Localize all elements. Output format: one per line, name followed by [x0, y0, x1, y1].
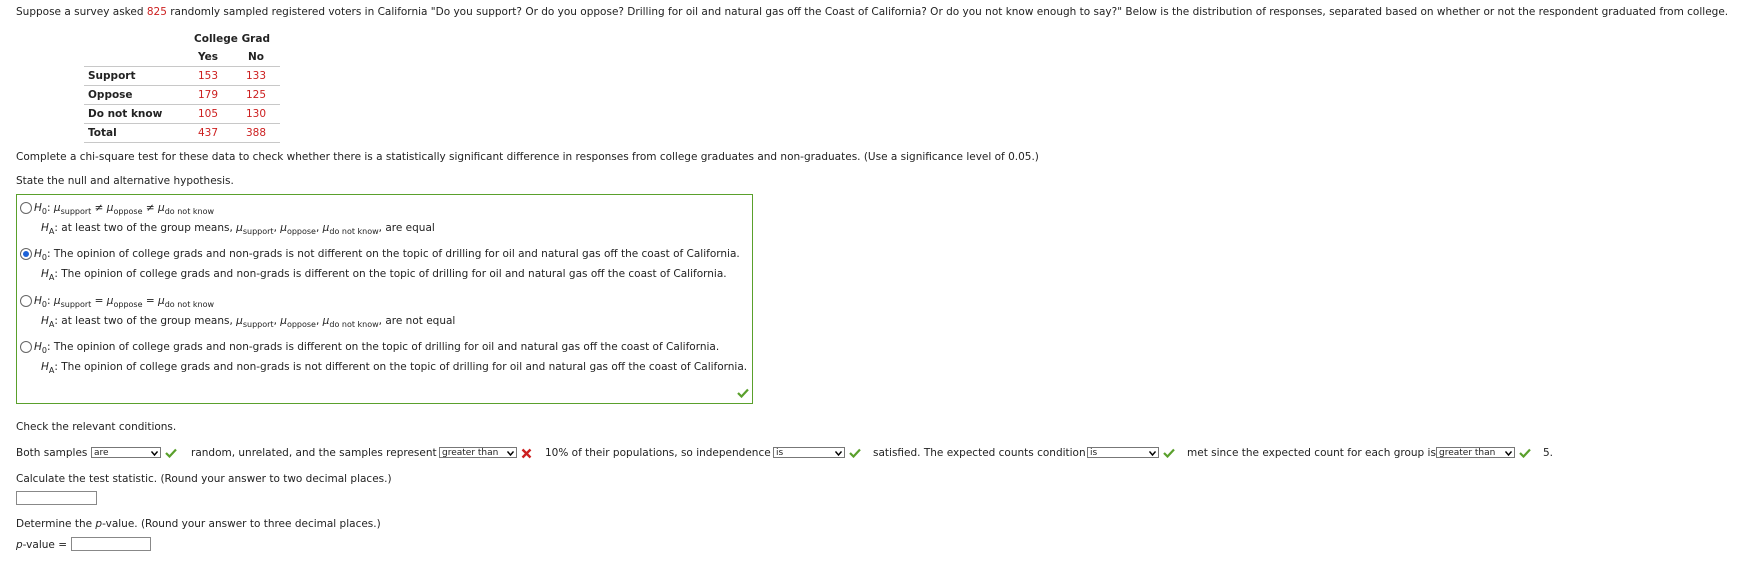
conditions-text-1: Both samples [16, 447, 88, 459]
hypothesis-option-2-radio[interactable] [20, 248, 32, 260]
chevron-down-icon [1149, 451, 1156, 457]
option-3-ha: HA: at least two of the group means, μsu… [41, 315, 456, 329]
hypothesis-option-4-radio[interactable] [20, 341, 32, 353]
cell-no: 388 [232, 123, 280, 143]
column-header-no: No [247, 51, 264, 63]
row-label: Total [84, 123, 184, 143]
sample-count: 825 [146, 6, 167, 18]
chevron-down-icon [1505, 451, 1512, 457]
population-percent-dropdown[interactable]: greater than [439, 447, 517, 458]
table-row: Total 437 388 [84, 123, 280, 143]
hypothesis-option-3-radio[interactable] [20, 295, 32, 307]
row-label: Do not know [84, 104, 184, 124]
option-2-ha: HA: The opinion of college grads and non… [41, 268, 727, 282]
table-group-header: College Grad [194, 33, 270, 45]
expected-counts-dropdown[interactable]: is [1087, 447, 1159, 458]
option-4-h0: H0: The opinion of college grads and non… [34, 341, 720, 355]
chevron-down-icon [835, 451, 842, 457]
chevron-down-icon [151, 451, 158, 457]
pvalue-label: p-value = [16, 539, 67, 551]
cell-yes: 179 [184, 85, 232, 105]
option-3-h0: H0: μsupport = μoppose = μdo not know [34, 295, 215, 309]
correct-check-icon [1163, 448, 1175, 458]
conditions-text-3: 10% of their populations, so independenc… [545, 447, 771, 459]
option-1-h0: H0: μsupport ≠ μoppose ≠ μdo not know [34, 202, 215, 216]
hypothesis-prompt: State the null and alternative hypothesi… [16, 175, 234, 187]
option-2-h0: H0: The opinion of college grads and non… [34, 248, 740, 262]
intro-rest: randomly sampled registered voters in Ca… [166, 6, 1729, 18]
conditions-text-6: 5. [1543, 447, 1554, 459]
correct-check-icon [737, 388, 749, 398]
samples-random-dropdown[interactable]: are [91, 447, 161, 458]
option-4-ha: HA: The opinion of college grads and non… [41, 361, 748, 375]
conditions-prompt: Check the relevant conditions. [16, 421, 177, 433]
correct-check-icon [1519, 448, 1531, 458]
table-row: Support 153 133 [84, 66, 280, 86]
intro-text: Suppose a survey asked 825 randomly samp… [16, 6, 1728, 18]
chevron-down-icon [507, 451, 514, 457]
cell-no: 130 [232, 104, 280, 124]
table-row: Do not know 105 130 [84, 104, 280, 124]
test-statistic-input[interactable] [16, 491, 97, 505]
conditions-text-4: satisfied. The expected counts condition [873, 447, 1086, 459]
independence-dropdown[interactable]: is [773, 447, 845, 458]
cell-no: 133 [232, 66, 280, 86]
expected-count-compare-dropdown[interactable]: greater than [1436, 447, 1515, 458]
intro-prefix: Suppose a survey asked [16, 6, 147, 18]
option-1-ha: HA: at least two of the group means, μsu… [41, 222, 435, 236]
incorrect-x-icon [521, 448, 532, 459]
hypothesis-option-1-radio[interactable] [20, 202, 32, 214]
conditions-text-2: random, unrelated, and the samples repre… [191, 447, 437, 459]
pvalue-input[interactable] [71, 537, 151, 551]
cell-yes: 437 [184, 123, 232, 143]
correct-check-icon [849, 448, 861, 458]
table-row: Oppose 179 125 [84, 85, 280, 105]
hypothesis-options-box: H0: μsupport ≠ μoppose ≠ μdo not know HA… [16, 194, 753, 404]
test-statistic-prompt: Calculate the test statistic. (Round you… [16, 473, 392, 485]
row-label: Support [84, 66, 184, 86]
cell-yes: 153 [184, 66, 232, 86]
contingency-table: College Grad Yes No Support 153 133 Oppo… [84, 30, 280, 143]
conditions-text-5: met since the expected count for each gr… [1187, 447, 1436, 459]
pvalue-prompt: Determine the p-value. (Round your answe… [16, 518, 381, 530]
correct-check-icon [165, 448, 177, 458]
column-header-yes: Yes [197, 51, 218, 63]
cell-no: 125 [232, 85, 280, 105]
cell-yes: 105 [184, 104, 232, 124]
row-label: Oppose [84, 85, 184, 105]
instructions-text: Complete a chi-square test for these dat… [16, 151, 1039, 163]
